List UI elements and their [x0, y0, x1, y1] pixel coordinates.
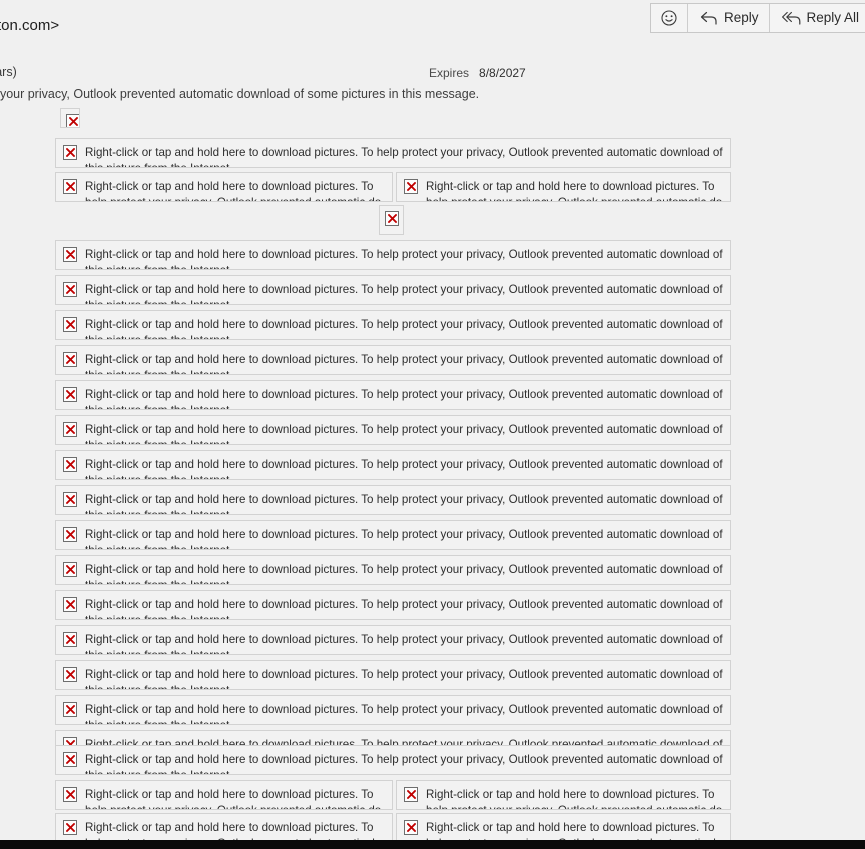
reply-all-button[interactable]: Reply All [770, 4, 865, 32]
broken-image-red-x-icon [63, 145, 77, 160]
blocked-image-placeholder[interactable] [60, 108, 80, 128]
broken-image-red-x-icon [63, 632, 77, 647]
outlook-reading-pane: Reply Reply All ton.com> years) Expires 8… [0, 0, 865, 849]
broken-image-red-x-icon [63, 527, 77, 542]
reply-button[interactable]: Reply [687, 4, 771, 32]
blocked-image-placeholder[interactable]: Right-click or tap and hold here to down… [55, 590, 731, 620]
expires-label: Expires [429, 66, 470, 80]
blocked-image-placeholder-text: Right-click or tap and hold here to down… [85, 458, 723, 479]
broken-image-red-x-icon [63, 457, 77, 472]
blocked-image-placeholder-text: Right-click or tap and hold here to down… [85, 493, 723, 514]
blocked-image-placeholder-text: Right-click or tap and hold here to down… [85, 146, 723, 167]
blocked-image-placeholder[interactable]: Right-click or tap and hold here to down… [55, 380, 731, 410]
broken-image-red-x-icon [63, 562, 77, 577]
blocked-image-placeholder[interactable]: Right-click or tap and hold here to down… [55, 813, 393, 843]
reply-all-double-arrow-icon [781, 9, 801, 27]
broken-image-red-x-icon [63, 667, 77, 682]
blocked-image-placeholder-text: Right-click or tap and hold here to down… [85, 633, 723, 654]
blocked-image-placeholder[interactable]: Right-click or tap and hold here to down… [396, 780, 731, 810]
broken-image-red-x-icon [63, 387, 77, 402]
blocked-image-placeholder[interactable]: Right-click or tap and hold here to down… [55, 555, 731, 585]
reply-button-label: Reply [723, 9, 759, 25]
broken-image-red-x-icon [63, 179, 77, 194]
blocked-image-placeholder-text: Right-click or tap and hold here to down… [85, 248, 723, 269]
blocked-image-placeholder-text: Right-click or tap and hold here to down… [85, 180, 381, 201]
blocked-pictures-notice: t your privacy, Outlook prevented automa… [0, 87, 480, 101]
blocked-image-placeholder[interactable]: Right-click or tap and hold here to down… [55, 172, 393, 202]
sender-address: ton.com> [0, 17, 60, 34]
broken-image-red-x-icon [63, 752, 77, 767]
broken-image-red-x-icon [385, 211, 399, 226]
blocked-image-placeholder-text: Right-click or tap and hold here to down… [85, 318, 723, 339]
blocked-image-placeholder-text: Right-click or tap and hold here to down… [85, 703, 723, 724]
blocked-image-placeholder-text: Right-click or tap and hold here to down… [85, 668, 723, 689]
smiley-face-icon [660, 9, 678, 27]
blocked-image-placeholder[interactable]: Right-click or tap and hold here to down… [396, 172, 731, 202]
broken-image-red-x-icon [63, 597, 77, 612]
broken-image-red-x-icon [404, 787, 418, 802]
expires-value: 8/8/2027 [479, 66, 526, 80]
blocked-image-placeholder[interactable]: Right-click or tap and hold here to down… [396, 813, 731, 843]
broken-image-red-x-icon [63, 702, 77, 717]
reply-all-button-label: Reply All [806, 9, 859, 25]
broken-image-red-x-icon [63, 422, 77, 437]
blocked-image-placeholder-text: Right-click or tap and hold here to down… [85, 753, 723, 774]
blocked-image-placeholder-text: Right-click or tap and hold here to down… [426, 180, 722, 201]
message-toolbar: Reply Reply All [649, 3, 865, 33]
blocked-image-placeholder[interactable]: Right-click or tap and hold here to down… [55, 310, 731, 340]
blocked-image-placeholder-text: Right-click or tap and hold here to down… [85, 598, 723, 619]
blocked-image-placeholder-text: Right-click or tap and hold here to down… [426, 788, 722, 809]
broken-image-red-x-icon [63, 820, 77, 835]
expires-info: Expires 8/8/2027 [429, 66, 526, 80]
blocked-image-placeholder-text: Right-click or tap and hold here to down… [85, 528, 723, 549]
broken-image-red-x-icon [63, 787, 77, 802]
blocked-image-placeholder-text: Right-click or tap and hold here to down… [85, 423, 723, 444]
blocked-image-placeholder[interactable]: Right-click or tap and hold here to down… [55, 240, 731, 270]
blocked-image-placeholder[interactable]: Right-click or tap and hold here to down… [55, 695, 731, 725]
header-years-text: years) [0, 65, 17, 79]
blocked-image-placeholder-text: Right-click or tap and hold here to down… [85, 563, 723, 584]
emoji-reaction-button[interactable] [650, 4, 688, 32]
broken-image-red-x-icon [63, 282, 77, 297]
broken-image-red-x-icon [63, 317, 77, 332]
blocked-image-placeholder-text: Right-click or tap and hold here to down… [85, 388, 723, 409]
blocked-image-placeholder-text: Right-click or tap and hold here to down… [85, 283, 723, 304]
broken-image-red-x-icon [404, 820, 418, 835]
blocked-image-placeholder[interactable]: Right-click or tap and hold here to down… [55, 415, 731, 445]
blocked-image-placeholder-text: Right-click or tap and hold here to down… [85, 353, 723, 374]
blocked-image-placeholder[interactable]: Right-click or tap and hold here to down… [55, 625, 731, 655]
broken-image-red-x-icon [66, 114, 79, 127]
blocked-image-placeholder[interactable]: Right-click or tap and hold here to down… [55, 780, 393, 810]
broken-image-red-x-icon [63, 492, 77, 507]
blocked-image-placeholder[interactable]: Right-click or tap and hold here to down… [55, 275, 731, 305]
blocked-image-placeholder[interactable]: Right-click or tap and hold here to down… [55, 520, 731, 550]
reply-arrow-icon [699, 9, 717, 27]
blocked-image-placeholder[interactable]: Right-click or tap and hold here to down… [55, 345, 731, 375]
bottom-bar [0, 840, 865, 849]
blocked-image-placeholder[interactable]: Right-click or tap and hold here to down… [55, 660, 731, 690]
broken-image-red-x-icon [63, 247, 77, 262]
broken-image-red-x-icon [63, 352, 77, 367]
broken-image-red-x-icon [404, 179, 418, 194]
blocked-image-placeholder-text: Right-click or tap and hold here to down… [85, 788, 381, 809]
blocked-image-placeholder[interactable]: Right-click or tap and hold here to down… [55, 138, 731, 168]
blocked-image-placeholder[interactable]: Right-click or tap and hold here to down… [55, 745, 731, 775]
blocked-image-placeholder[interactable]: Right-click or tap and hold here to down… [55, 450, 731, 480]
blocked-image-placeholder[interactable]: Right-click or tap and hold here to down… [55, 485, 731, 515]
blocked-image-placeholder[interactable] [379, 205, 404, 235]
